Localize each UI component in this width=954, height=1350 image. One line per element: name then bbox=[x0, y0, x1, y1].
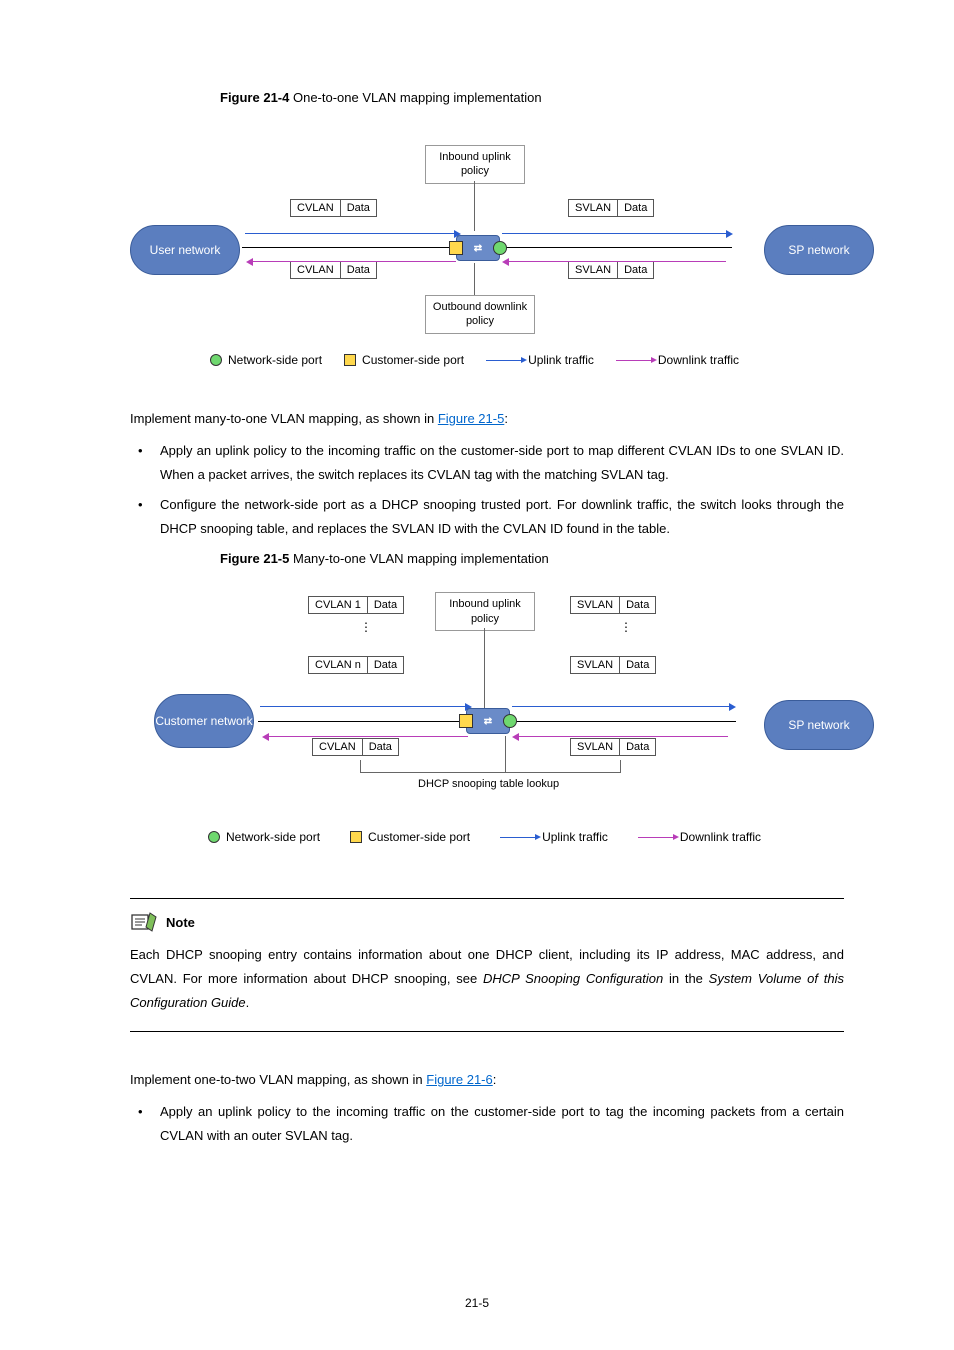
connector-line bbox=[474, 181, 475, 231]
connector-line bbox=[484, 628, 485, 708]
figure-legend: Network-side port Customer-side port Upl… bbox=[210, 353, 739, 367]
figure-2-diagram: Customer network SP network Inbound upli… bbox=[130, 578, 844, 868]
body-paragraph: Implement one-to-two VLAN mapping, as sh… bbox=[130, 1068, 844, 1092]
customer-side-port-icon bbox=[449, 241, 463, 255]
figure-prefix: Figure 21-5 bbox=[220, 551, 289, 566]
switch-arrows-icon: ⇄ bbox=[474, 243, 482, 254]
svlan-data-tag: SVLAN Data bbox=[568, 199, 654, 217]
vdots-icon: ⋮ bbox=[620, 624, 630, 630]
legend-uplink: Uplink traffic bbox=[486, 353, 594, 367]
cvlan-data-tag: CVLAN Data bbox=[290, 261, 377, 279]
inbound-policy-box: Inbound uplink policy bbox=[425, 145, 525, 184]
legend-downlink: Downlink traffic bbox=[638, 830, 761, 844]
cvlan-data-tag: CVLAN Data bbox=[312, 738, 399, 756]
downlink-arrow-icon bbox=[616, 360, 652, 361]
figure-title: Figure 21-5 Many-to-one VLAN mapping imp… bbox=[220, 551, 844, 566]
legend-uplink: Uplink traffic bbox=[500, 830, 608, 844]
figure-link[interactable]: Figure 21-5 bbox=[438, 411, 504, 426]
inbound-policy-box: Inbound uplink policy bbox=[435, 592, 535, 631]
uplink-arrow-icon bbox=[500, 837, 536, 838]
legend-downlink: Downlink traffic bbox=[616, 353, 739, 367]
customer-side-port-icon bbox=[350, 831, 362, 843]
figure-prefix: Figure 21-4 bbox=[220, 90, 289, 105]
note-header: Note bbox=[130, 911, 844, 933]
reference-doc: DHCP Snooping Configuration bbox=[483, 971, 663, 986]
legend-customer-port: Customer-side port bbox=[344, 353, 464, 367]
figure-caption: Many-to-one VLAN mapping implementation bbox=[293, 551, 549, 566]
legend-network-port: Network-side port bbox=[210, 353, 322, 367]
outbound-policy-box: Outbound downlink policy bbox=[425, 295, 535, 334]
network-side-port-icon bbox=[208, 831, 220, 843]
figure-legend: Network-side port Customer-side port Upl… bbox=[208, 830, 761, 844]
lookup-leg bbox=[505, 736, 506, 772]
downlink-arrow bbox=[268, 736, 468, 737]
downlink-arrow bbox=[252, 261, 456, 262]
uplink-arrow-icon bbox=[486, 360, 522, 361]
figure-title: Figure 21-4 One-to-one VLAN mapping impl… bbox=[220, 90, 844, 105]
bullet-list: Apply an uplink policy to the incoming t… bbox=[130, 1100, 844, 1148]
uplink-arrow bbox=[502, 233, 727, 234]
network-side-port-icon bbox=[210, 354, 222, 366]
user-network-cloud: User network bbox=[130, 225, 240, 275]
network-side-port-icon bbox=[503, 714, 517, 728]
dhcp-lookup-label: DHCP snooping table lookup bbox=[418, 778, 559, 790]
svlan-data-tag: SVLAN Data bbox=[570, 738, 656, 756]
figure-caption: One-to-one VLAN mapping implementation bbox=[293, 90, 542, 105]
page-number: 21-5 bbox=[0, 1296, 954, 1310]
list-item: Apply an uplink policy to the incoming t… bbox=[130, 1100, 844, 1148]
cvlan-data-tag: CVLAN Data bbox=[290, 199, 377, 217]
note-icon bbox=[130, 911, 158, 933]
customer-network-cloud: Customer network bbox=[154, 694, 254, 748]
sp-network-cloud: SP network bbox=[764, 700, 874, 750]
legend-customer-port: Customer-side port bbox=[350, 830, 470, 844]
bullet-list: Apply an uplink policy to the incoming t… bbox=[130, 439, 844, 541]
svlan-data-tag: SVLAN Data bbox=[570, 596, 656, 614]
customer-side-port-icon bbox=[344, 354, 356, 366]
legend-network-port: Network-side port bbox=[208, 830, 320, 844]
body-paragraph: Implement many-to-one VLAN mapping, as s… bbox=[130, 407, 844, 431]
uplink-arrow bbox=[260, 706, 466, 707]
uplink-arrow bbox=[245, 233, 455, 234]
vdots-icon: ⋮ bbox=[360, 624, 370, 630]
downlink-arrow bbox=[518, 736, 728, 737]
cvlan1-data-tag: CVLAN 1 Data bbox=[308, 596, 404, 614]
note-content: Each DHCP snooping entry contains inform… bbox=[130, 943, 844, 1015]
list-item: Configure the network-side port as a DHC… bbox=[130, 493, 844, 541]
switch-arrows-icon: ⇄ bbox=[484, 716, 492, 727]
lookup-leg bbox=[360, 760, 361, 772]
uplink-arrow bbox=[512, 706, 730, 707]
note-title: Note bbox=[166, 915, 195, 930]
downlink-arrow bbox=[508, 261, 726, 262]
list-item: Apply an uplink policy to the incoming t… bbox=[130, 439, 844, 487]
sp-network-cloud: SP network bbox=[764, 225, 874, 275]
connector-line bbox=[474, 263, 475, 295]
svlan-data-tag: SVLAN Data bbox=[570, 656, 656, 674]
cvlann-data-tag: CVLAN n Data bbox=[308, 656, 404, 674]
downlink-arrow-icon bbox=[638, 837, 674, 838]
figure-link[interactable]: Figure 21-6 bbox=[426, 1072, 492, 1087]
lookup-horiz bbox=[360, 772, 621, 773]
svlan-data-tag: SVLAN Data bbox=[568, 261, 654, 279]
note-block: Note Each DHCP snooping entry contains i… bbox=[130, 898, 844, 1032]
figure-1-diagram: User network SP network Inbound uplink p… bbox=[130, 117, 844, 377]
lookup-leg bbox=[620, 760, 621, 772]
network-side-port-icon bbox=[493, 241, 507, 255]
customer-side-port-icon bbox=[459, 714, 473, 728]
